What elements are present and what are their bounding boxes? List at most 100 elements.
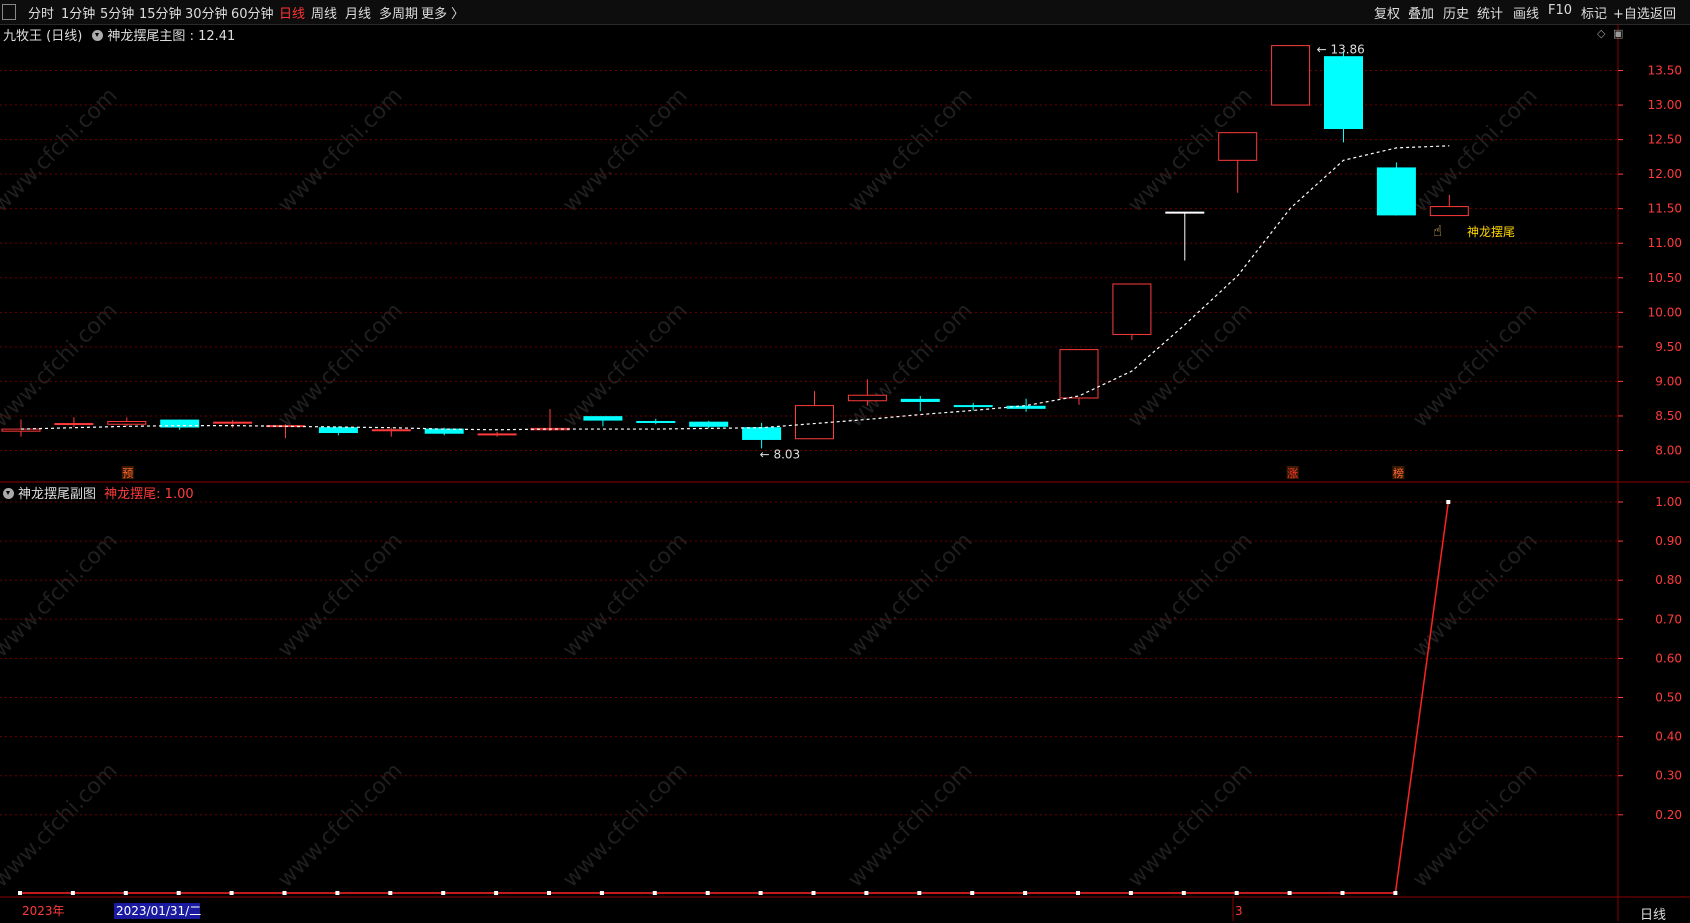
watermark-text: www.cfchi.com <box>0 758 123 892</box>
candle-body <box>371 429 411 432</box>
watermark-text: www.cfchi.com <box>0 528 123 662</box>
signal-point <box>705 891 710 895</box>
watermark-text: www.cfchi.com <box>273 758 407 892</box>
watermark-text: www.cfchi.com <box>1408 528 1542 662</box>
panel-icons: ◇ ▣ <box>1597 27 1623 40</box>
watermark-text: www.cfchi.com <box>1123 528 1257 662</box>
hand-cursor-icon: ☝ <box>1433 222 1442 240</box>
signal-point <box>1446 500 1451 504</box>
signal-point <box>864 891 869 895</box>
window-icon[interactable]: ▣ <box>1613 27 1623 40</box>
signal-point <box>123 891 128 895</box>
period-indicator[interactable]: 日线 <box>1640 904 1666 923</box>
y-tick-label: 0.50 <box>1655 691 1682 705</box>
sub-indicator-value: 神龙摆尾: 1.00 <box>104 487 194 502</box>
marker-label: 预 <box>122 467 133 480</box>
y-tick-label: 8.00 <box>1655 444 1682 458</box>
signal-point <box>1340 891 1345 895</box>
y-tick-label: 12.50 <box>1648 133 1682 147</box>
candle-body <box>636 420 676 423</box>
dropdown-circle-icon[interactable] <box>92 30 104 41</box>
signal-point <box>229 891 234 895</box>
main-chart-title: 九牧王 (日线) 神龙摆尾主图 : 12.41 <box>3 25 235 44</box>
candle-body <box>1376 167 1416 216</box>
candle-body <box>900 398 940 402</box>
watermark-text: www.cfchi.com <box>273 528 407 662</box>
stock-name: 九牧王 (日线) <box>3 29 83 44</box>
y-tick-label: 11.50 <box>1648 202 1682 216</box>
main-indicator-value: : 12.41 <box>189 29 236 44</box>
signal-point <box>70 891 75 895</box>
signal-point <box>388 891 393 895</box>
signal-point <box>970 891 975 895</box>
watermark-text: www.cfchi.com <box>558 298 692 432</box>
y-tick-label: 13.50 <box>1648 64 1682 78</box>
candle-body <box>689 421 729 427</box>
watermark-text: www.cfchi.com <box>843 83 977 217</box>
signal-point <box>1181 891 1186 895</box>
watermark-text: www.cfchi.com <box>558 83 692 217</box>
marker-label: 榜 <box>1393 466 1404 480</box>
signal-point <box>599 891 604 895</box>
chart-area[interactable]: www.cfchi.com www.cfchi.com www.cfchi.com w… <box>0 0 1690 921</box>
signal-point <box>494 891 499 895</box>
candle-body <box>1429 206 1469 217</box>
candle-body <box>477 433 517 436</box>
watermark-text: www.cfchi.com <box>1408 298 1542 432</box>
watermark-text: www.cfchi.com <box>843 528 977 662</box>
y-tick-label: 0.20 <box>1655 808 1682 822</box>
y-tick-label: 0.80 <box>1655 573 1682 587</box>
y-tick-label: 0.60 <box>1655 651 1682 665</box>
y-tick-label: 0.90 <box>1655 534 1682 548</box>
signal-point <box>652 891 657 895</box>
signal-point <box>176 891 181 895</box>
watermark-text: www.cfchi.com <box>558 528 692 662</box>
signal-point <box>1234 891 1239 895</box>
diamond-icon[interactable]: ◇ <box>1597 27 1605 40</box>
watermark-text: www.cfchi.com <box>558 758 692 892</box>
signal-point <box>917 891 922 895</box>
ma-line <box>20 145 1450 431</box>
signal-point <box>1287 891 1292 895</box>
y-tick-label: 8.50 <box>1655 409 1682 423</box>
candle-body <box>1059 349 1099 399</box>
signal-point <box>758 891 763 895</box>
candle-body <box>1 428 41 432</box>
x-month-label: 3 <box>1235 904 1243 918</box>
watermark-text: www.cfchi.com <box>0 298 123 432</box>
signal-point <box>1076 891 1080 895</box>
signal-point <box>441 891 446 895</box>
y-tick-label: 10.50 <box>1648 271 1682 285</box>
signal-point <box>811 891 816 895</box>
y-tick-label: 0.30 <box>1655 769 1682 783</box>
watermark-text: www.cfchi.com <box>0 83 123 217</box>
watermark-text: www.cfchi.com <box>1408 758 1542 892</box>
candle-body <box>795 405 834 440</box>
candle-body <box>318 427 358 434</box>
candle-body <box>953 405 993 408</box>
y-tick-label: 0.40 <box>1655 730 1682 744</box>
y-tick-label: 9.50 <box>1655 340 1682 354</box>
signal-point <box>1023 891 1028 895</box>
y-tick-label: 9.00 <box>1655 374 1682 388</box>
signal-label: 神龙摆尾 <box>1467 225 1515 239</box>
candle-body <box>54 423 94 426</box>
y-tick-label: 11.00 <box>1648 236 1682 250</box>
watermark-text: www.cfchi.com <box>1123 758 1257 892</box>
signal-point <box>1128 891 1133 895</box>
watermark-text: www.cfchi.com <box>273 83 407 217</box>
marker-label: 涨 <box>1287 467 1298 480</box>
signal-point <box>335 891 340 895</box>
low-price-label: ← 8.03 <box>760 447 801 461</box>
candle-body <box>583 416 623 421</box>
candle-body <box>1271 45 1311 106</box>
watermark-text: www.cfchi.com <box>273 298 407 432</box>
y-tick-label: 0.70 <box>1655 612 1682 626</box>
sub-indicator-name: 神龙摆尾副图 <box>18 487 97 502</box>
y-tick-label: 13.00 <box>1648 98 1682 112</box>
candle-body <box>1165 211 1205 214</box>
y-tick-label: 1.00 <box>1655 495 1682 509</box>
dropdown-circle-icon[interactable] <box>3 488 14 499</box>
signal-point <box>282 891 287 895</box>
main-indicator-name: 神龙摆尾主图 <box>107 29 186 44</box>
